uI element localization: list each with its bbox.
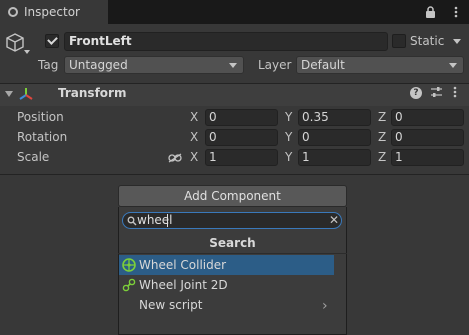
list-item-label: New script (139, 298, 203, 312)
tag-label: Tag (38, 58, 59, 72)
constrain-proportions-link-icon[interactable] (168, 152, 182, 166)
list-item-wheel-collider[interactable]: Wheel Collider (119, 255, 334, 275)
position-z-field[interactable]: 0 (391, 109, 464, 126)
gameobject-cube-icon[interactable] (5, 32, 25, 57)
chevron-down-icon (449, 63, 457, 68)
search-heading: Search (209, 236, 256, 250)
tag-value: Untagged (69, 58, 128, 72)
scale-z-field[interactable]: 1 (391, 149, 464, 166)
axis-y-label[interactable]: Y (285, 150, 292, 164)
wheel-joint-2d-icon (122, 278, 136, 292)
tag-dropdown[interactable]: Untagged (64, 56, 244, 74)
help-icon[interactable]: ? (410, 87, 422, 99)
axis-x-label[interactable]: X (190, 130, 198, 144)
position-label: Position (17, 110, 64, 124)
presets-sliders-icon[interactable] (430, 86, 443, 102)
layer-label: Layer (258, 58, 292, 72)
chevron-down-icon (229, 63, 237, 68)
list-item-new-script[interactable]: New script (119, 295, 334, 315)
icon-dropdown-arrow-icon[interactable] (24, 50, 30, 54)
scale-x-field[interactable]: 1 (205, 149, 278, 166)
active-toggle-checkbox[interactable] (45, 34, 59, 48)
axis-x-label[interactable]: X (190, 110, 198, 124)
layer-dropdown[interactable]: Default (296, 56, 464, 74)
lock-icon[interactable] (423, 4, 437, 20)
list-item-label: Wheel Joint 2D (139, 278, 228, 292)
axis-z-label[interactable]: Z (378, 130, 386, 144)
search-icon (127, 215, 137, 229)
divider (118, 253, 347, 254)
transform-axes-icon (17, 86, 35, 105)
rotation-label: Rotation (17, 130, 68, 144)
tab-tools (423, 4, 463, 20)
layer-value: Default (301, 58, 345, 72)
position-y-field[interactable]: 0.35 (298, 109, 371, 126)
wheel-collider-icon (122, 258, 136, 272)
divider (0, 174, 469, 175)
static-dropdown-arrow-icon[interactable] (453, 39, 461, 44)
tab-inspector[interactable]: Inspector (0, 0, 108, 24)
static-checkbox[interactable] (392, 34, 406, 48)
rotation-z-field[interactable]: 0 (391, 129, 464, 146)
foldout-arrow-icon[interactable] (5, 91, 13, 97)
more-options-icon[interactable] (449, 4, 463, 20)
axis-y-label[interactable]: Y (285, 110, 292, 124)
axis-z-label[interactable]: Z (378, 150, 386, 164)
static-label: Static (410, 34, 445, 48)
transform-title: Transform (58, 86, 127, 100)
add-component-button[interactable]: Add Component (118, 185, 347, 207)
text-cursor (167, 214, 168, 227)
axis-z-label[interactable]: Z (378, 110, 386, 124)
tab-inspector-label: Inspector (24, 5, 80, 19)
list-item-wheel-joint-2d[interactable]: Wheel Joint 2D (119, 275, 334, 295)
chevron-right-icon: › (322, 298, 328, 314)
position-x-field[interactable]: 0 (205, 109, 278, 126)
scale-y-field[interactable]: 1 (298, 149, 371, 166)
axis-y-label[interactable]: Y (285, 130, 292, 144)
component-more-icon[interactable] (453, 86, 457, 101)
rotation-y-field[interactable]: 0 (298, 129, 371, 146)
info-icon (8, 7, 18, 17)
axis-x-label[interactable]: X (190, 150, 198, 164)
clear-search-icon[interactable]: ✕ (329, 213, 339, 227)
list-item-label: Wheel Collider (139, 258, 227, 272)
scale-label: Scale (17, 150, 50, 164)
object-name-field[interactable]: FrontLeft (64, 32, 388, 51)
rotation-x-field[interactable]: 0 (205, 129, 278, 146)
